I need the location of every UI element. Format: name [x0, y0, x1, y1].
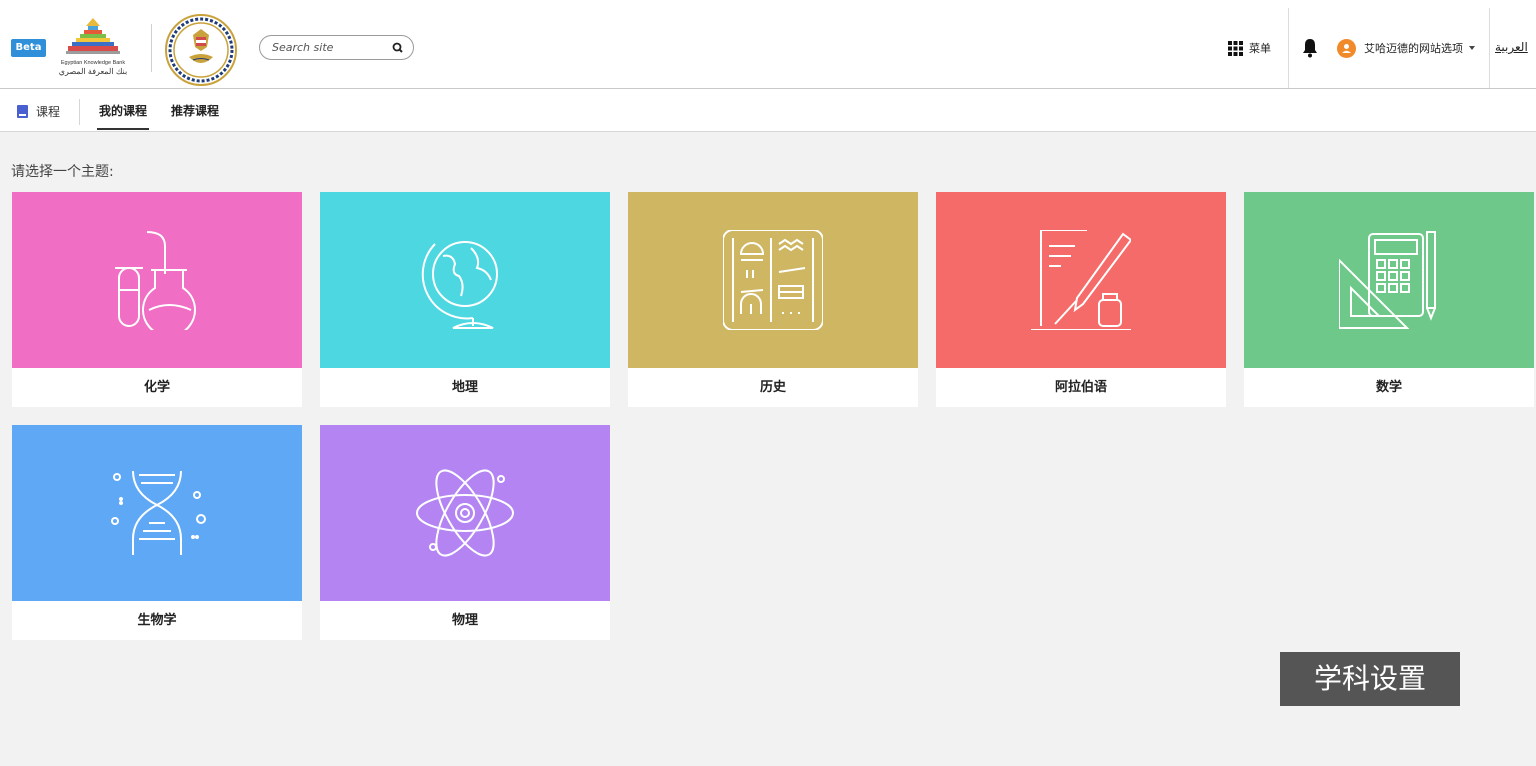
- subject-label: 阿拉伯语: [1054, 380, 1107, 395]
- avatar: [1337, 38, 1356, 58]
- user-icon: [1342, 43, 1351, 53]
- hieroglyph-icon: [723, 230, 823, 330]
- page-prompt: 请选择一个主题:: [11, 164, 114, 180]
- calculator-icon: [1339, 231, 1436, 329]
- header-divider: [1288, 8, 1289, 88]
- pen-ink-icon: [1031, 230, 1131, 330]
- subject-label: 化学: [143, 380, 170, 395]
- flask-icon: [115, 231, 196, 330]
- card-art: [320, 425, 610, 601]
- subject-label: 物理: [451, 613, 478, 628]
- subject-label: 数学: [1375, 380, 1402, 395]
- card-art: [628, 192, 918, 368]
- user-menu-label: 艾哈迈德的网站选项: [1364, 42, 1463, 55]
- subject-card-physics[interactable]: 物理: [320, 425, 610, 640]
- header-divider: [1489, 8, 1490, 88]
- subject-card-math[interactable]: 数学: [1244, 192, 1534, 407]
- subject-label: 地理: [451, 380, 478, 395]
- breadcrumb-label: 课程: [36, 105, 61, 119]
- atom-icon: [416, 469, 514, 557]
- ekb-name-ar: بنك المعرفة المصري: [58, 67, 128, 76]
- dna-icon: [111, 470, 206, 555]
- ministry-seal-icon[interactable]: [163, 13, 239, 87]
- subject-settings-toast[interactable]: 学科设置: [1280, 652, 1460, 706]
- card-art: [320, 192, 610, 368]
- tab-recommended-courses[interactable]: 推荐课程: [171, 102, 219, 119]
- site-header: Beta Egyptian Knowledge Bank بنك المعرفة…: [0, 0, 1536, 89]
- card-art: [1244, 192, 1534, 368]
- card-art: [936, 192, 1226, 368]
- book-icon: [17, 105, 28, 118]
- user-menu[interactable]: 艾哈迈德的网站选项: [1337, 38, 1475, 58]
- card-art: [12, 425, 302, 601]
- beta-badge: Beta: [11, 39, 46, 57]
- search-input[interactable]: [272, 39, 390, 56]
- course-tabbar: 课程 我的课程 推荐课程: [0, 89, 1536, 132]
- menu-button[interactable]: 菜单: [1228, 38, 1271, 58]
- ekb-name-en: Egyptian Knowledge Bank: [60, 60, 126, 66]
- tab-my-courses[interactable]: 我的课程: [96, 102, 150, 130]
- subject-card-chemistry[interactable]: 化学: [12, 192, 302, 407]
- subject-card-arabic[interactable]: 阿拉伯语: [936, 192, 1226, 407]
- card-art: [12, 192, 302, 368]
- subject-label: 历史: [759, 380, 786, 395]
- subject-label: 生物学: [137, 613, 177, 628]
- tab-divider: [79, 99, 80, 125]
- chevron-down-icon: [1469, 46, 1475, 50]
- books-pyramid-icon: [66, 18, 120, 54]
- breadcrumb[interactable]: 课程: [17, 103, 60, 120]
- bell-icon[interactable]: [1301, 38, 1319, 58]
- subject-card-history[interactable]: 历史: [628, 192, 918, 407]
- subject-card-biology[interactable]: 生物学: [12, 425, 302, 640]
- subject-card-geography[interactable]: 地理: [320, 192, 610, 407]
- language-link[interactable]: العربية: [1495, 40, 1528, 54]
- ekb-logo[interactable]: Egyptian Knowledge Bank بنك المعرفة المص…: [56, 16, 130, 80]
- search-box[interactable]: [259, 35, 414, 60]
- globe-icon: [421, 241, 498, 329]
- grid-menu-icon: [1228, 40, 1243, 56]
- search-icon[interactable]: [389, 39, 407, 57]
- logo-divider: [151, 24, 152, 72]
- menu-label: 菜单: [1249, 42, 1271, 55]
